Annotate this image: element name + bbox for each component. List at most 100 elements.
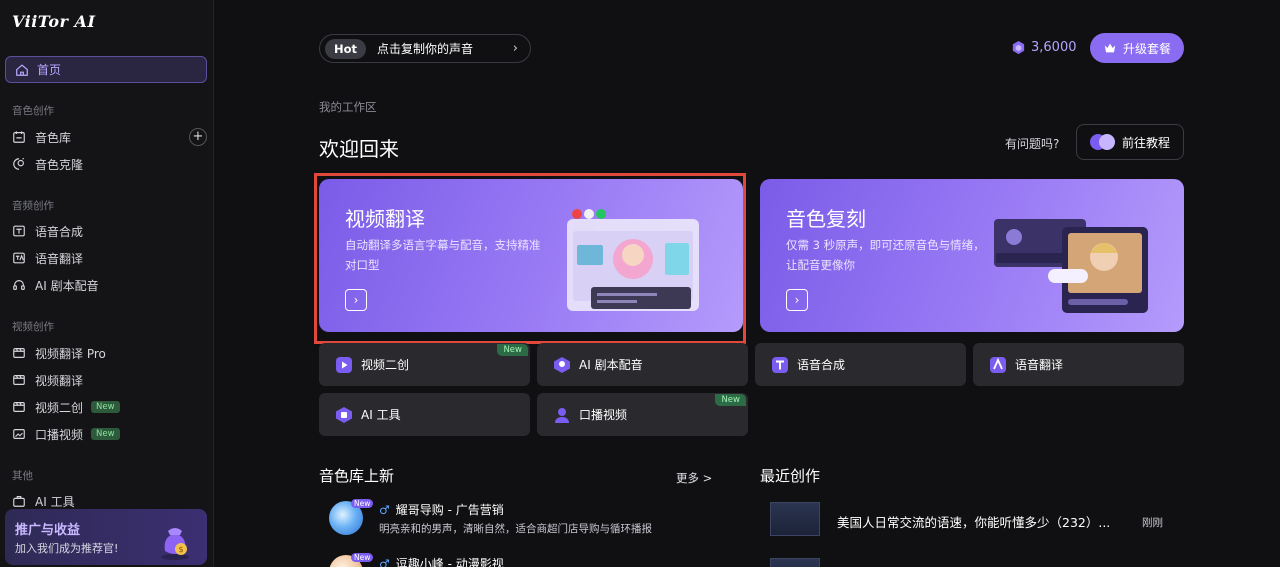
arrow-right-icon[interactable]: › bbox=[345, 289, 367, 311]
tile-label: 语音合成 bbox=[797, 358, 846, 372]
speech-translate-icon bbox=[990, 356, 1006, 373]
video-remix-icon bbox=[12, 400, 26, 414]
section-title: 视频创作 bbox=[12, 321, 54, 333]
speech-synthesis-icon bbox=[772, 356, 788, 373]
sidebar-item-label: AI 剧本配音 bbox=[35, 278, 99, 293]
recent-title: 最近创作 bbox=[760, 467, 821, 485]
new-badge: New bbox=[351, 553, 374, 562]
sidebar-item-label: 语音翻译 bbox=[35, 251, 84, 266]
ai-tools-icon bbox=[336, 406, 352, 423]
tool-tile-video-remix[interactable]: 视频二创 New bbox=[319, 343, 530, 386]
tile-label: 语音翻译 bbox=[1015, 358, 1064, 372]
sidebar: ViiTor AI 首页 音色创作 音色库 + 音色克隆 音频创作 语音合成 语… bbox=[0, 0, 214, 567]
sidebar-item-video-remix[interactable]: 视频二创 New bbox=[12, 396, 207, 418]
voice-description: 明亮亲和的男声，清晰自然，适合商超门店导购与循环播报 bbox=[379, 523, 652, 535]
section-title: 音频创作 bbox=[12, 200, 54, 212]
tool-tile-script-dubbing[interactable]: AI 剧本配音 bbox=[537, 343, 748, 386]
voice-item[interactable]: New ♂ 耀哥导购 - 广告营销 明亮亲和的男声，清晰自然，适合商超门店导购与循… bbox=[329, 499, 669, 541]
credits-value: 3,6000 bbox=[1031, 40, 1077, 55]
tile-label: AI 工具 bbox=[361, 408, 401, 422]
sidebar-item-talking-video[interactable]: 口播视频 New bbox=[12, 423, 207, 445]
video-translate-pro-icon bbox=[12, 346, 26, 360]
video-thumbnail[interactable] bbox=[770, 502, 820, 536]
video-translate-illustration bbox=[567, 209, 699, 311]
voice-name: 逗趣小峰 - 动漫影视 bbox=[395, 557, 504, 567]
sidebar-item-speech-synthesis[interactable]: 语音合成 bbox=[12, 220, 207, 242]
section-title: 音色创作 bbox=[12, 105, 54, 117]
money-bag-icon: $ bbox=[161, 528, 189, 560]
sidebar-item-label: 语音合成 bbox=[35, 224, 84, 239]
sidebar-item-script-dubbing[interactable]: AI 剧本配音 bbox=[12, 274, 207, 296]
hot-tag: Hot bbox=[325, 38, 367, 59]
feature-card-voice-clone[interactable]: 音色复刻 仅需 3 秒原声，即可还原音色与情绪，让配音更像你 › bbox=[760, 179, 1184, 332]
tutorial-button[interactable]: 前往教程 bbox=[1076, 124, 1184, 160]
sidebar-item-speech-translate[interactable]: 语音翻译 bbox=[12, 247, 207, 269]
male-icon: ♂ bbox=[379, 557, 390, 567]
voice-name-row: ♂ 耀哥导购 - 广告营销 bbox=[379, 501, 504, 518]
male-icon: ♂ bbox=[379, 503, 390, 517]
talking-video-icon bbox=[12, 427, 26, 441]
hot-banner[interactable]: Hot 点击复制你的声音 › bbox=[319, 34, 531, 63]
sidebar-item-label: 口播视频 bbox=[35, 427, 84, 442]
sidebar-item-label: 视频翻译 bbox=[35, 373, 84, 388]
more-link[interactable]: 更多 > bbox=[676, 470, 712, 486]
sidebar-item-voice-clone[interactable]: 音色克隆 bbox=[12, 153, 207, 175]
voice-library-icon bbox=[12, 130, 26, 144]
voice-name: 耀哥导购 - 广告营销 bbox=[395, 503, 504, 517]
tutorial-label: 前往教程 bbox=[1121, 135, 1170, 150]
sidebar-item-home[interactable]: 首页 bbox=[5, 56, 207, 83]
new-badge: New bbox=[91, 428, 120, 440]
promo-subtitle: 加入我们成为推荐官! bbox=[15, 542, 119, 555]
chevron-right-icon: › bbox=[512, 41, 518, 56]
sidebar-item-label: AI 工具 bbox=[35, 494, 75, 509]
script-dubbing-icon bbox=[12, 278, 26, 292]
sidebar-item-voice-library[interactable]: 音色库 + bbox=[12, 126, 207, 148]
section-title: 其他 bbox=[12, 470, 33, 482]
recent-item[interactable]: 美国人日常交流的语速，你能听懂多少（232）... 刚刚 bbox=[770, 502, 1190, 538]
tile-label: 口播视频 bbox=[579, 408, 628, 422]
tool-tile-talking-video[interactable]: 口播视频 New bbox=[537, 393, 748, 436]
voice-item[interactable]: New ♂ 逗趣小峰 - 动漫影视 bbox=[329, 553, 669, 567]
sidebar-item-label: 视频二创 bbox=[35, 400, 84, 415]
new-badge: New bbox=[91, 401, 120, 413]
feature-title: 音色复刻 bbox=[786, 207, 866, 231]
sidebar-item-label: 音色克隆 bbox=[35, 157, 84, 172]
sidebar-item-label: 视频翻译 Pro bbox=[35, 346, 106, 361]
recent-item-time: 刚刚 bbox=[1142, 517, 1163, 529]
feature-card-video-translate[interactable]: 视频翻译 自动翻译多语言字幕与配音，支持精准对口型 › bbox=[319, 179, 743, 332]
feature-title: 视频翻译 bbox=[345, 207, 425, 231]
arrow-right-icon[interactable]: › bbox=[786, 289, 808, 311]
new-badge: New bbox=[351, 499, 374, 508]
voice-clone-icon bbox=[12, 157, 26, 171]
svg-text:$: $ bbox=[178, 545, 183, 554]
main-content: Hot 点击复制你的声音 › 3,6000 升级套餐 我的工作区 欢迎回来 有问… bbox=[215, 0, 1280, 567]
upgrade-button[interactable]: 升级套餐 bbox=[1090, 33, 1184, 63]
voice-name-row: ♂ 逗趣小峰 - 动漫影视 bbox=[379, 555, 504, 567]
tutorial-icon bbox=[1089, 134, 1116, 150]
sidebar-item-video-translate-pro[interactable]: 视频翻译 Pro bbox=[12, 342, 207, 364]
recent-item[interactable] bbox=[770, 558, 1190, 567]
crown-icon bbox=[1104, 43, 1116, 53]
sidebar-item-video-translate[interactable]: 视频翻译 bbox=[12, 369, 207, 391]
sidebar-item-label: 首页 bbox=[37, 63, 62, 77]
app-logo[interactable]: ViiTor AI bbox=[12, 12, 95, 31]
credits-balance[interactable]: 3,6000 bbox=[1011, 40, 1077, 55]
talking-video-icon bbox=[555, 407, 569, 423]
home-icon bbox=[16, 63, 28, 76]
workspace-label: 我的工作区 bbox=[319, 100, 377, 114]
tool-tile-speech-synthesis[interactable]: 语音合成 bbox=[755, 343, 966, 386]
video-thumbnail[interactable] bbox=[770, 558, 820, 567]
sidebar-item-label: 音色库 bbox=[35, 130, 72, 145]
add-voice-button[interactable]: + bbox=[189, 128, 207, 146]
promo-banner[interactable]: 推广与收益 加入我们成为推荐官! $ bbox=[5, 509, 207, 565]
tool-tile-speech-translate[interactable]: 语音翻译 bbox=[973, 343, 1184, 386]
voice-clone-illustration bbox=[994, 219, 1148, 313]
tool-tile-ai-tools[interactable]: AI 工具 bbox=[319, 393, 530, 436]
video-remix-icon bbox=[336, 356, 352, 373]
feature-description: 仅需 3 秒原声，即可还原音色与情绪，让配音更像你 bbox=[786, 238, 985, 272]
app-root: ViiTor AI 首页 音色创作 音色库 + 音色克隆 音频创作 语音合成 语… bbox=[0, 0, 1280, 567]
script-dubbing-icon bbox=[554, 356, 570, 373]
tile-label: 视频二创 bbox=[361, 358, 410, 372]
ai-tools-icon bbox=[12, 494, 26, 508]
upgrade-label: 升级套餐 bbox=[1122, 41, 1171, 56]
